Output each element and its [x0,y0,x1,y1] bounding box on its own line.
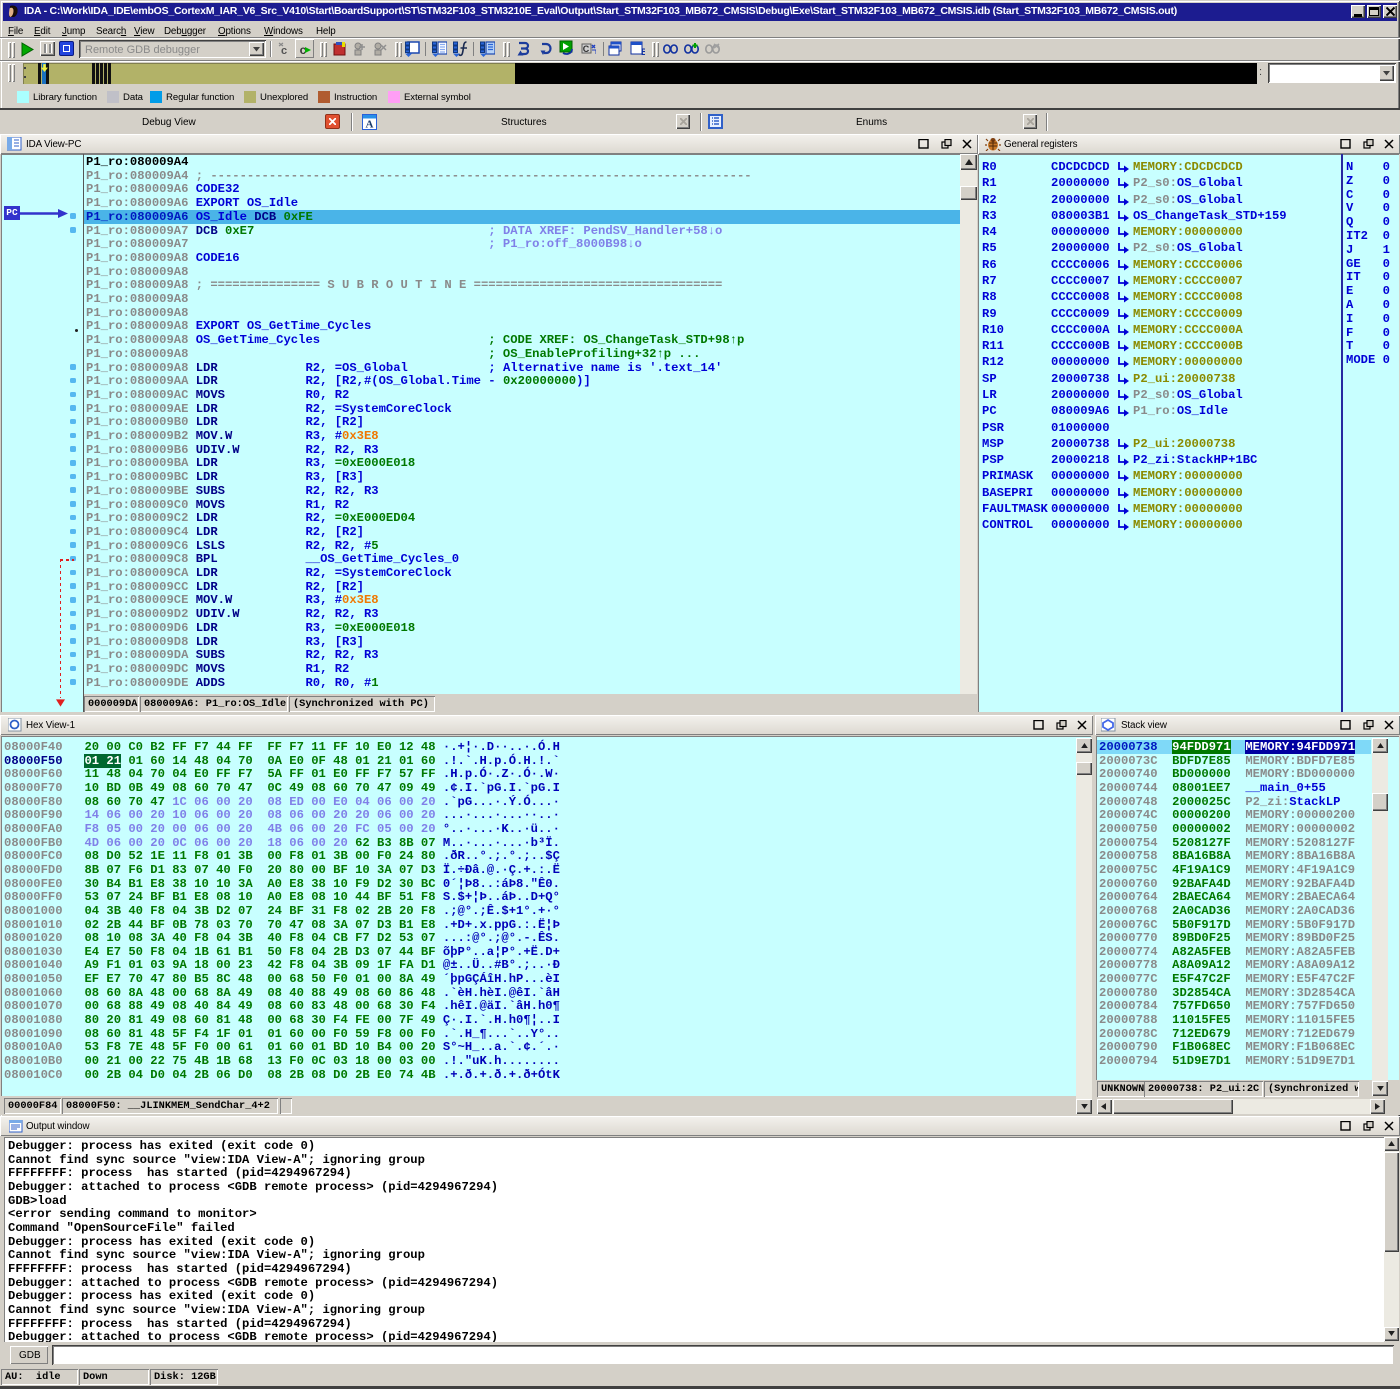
svg-text:c: c [281,45,287,57]
svg-text:C: C [583,44,590,54]
svg-text:A: A [366,119,374,131]
svg-text:B: B [641,47,645,57]
